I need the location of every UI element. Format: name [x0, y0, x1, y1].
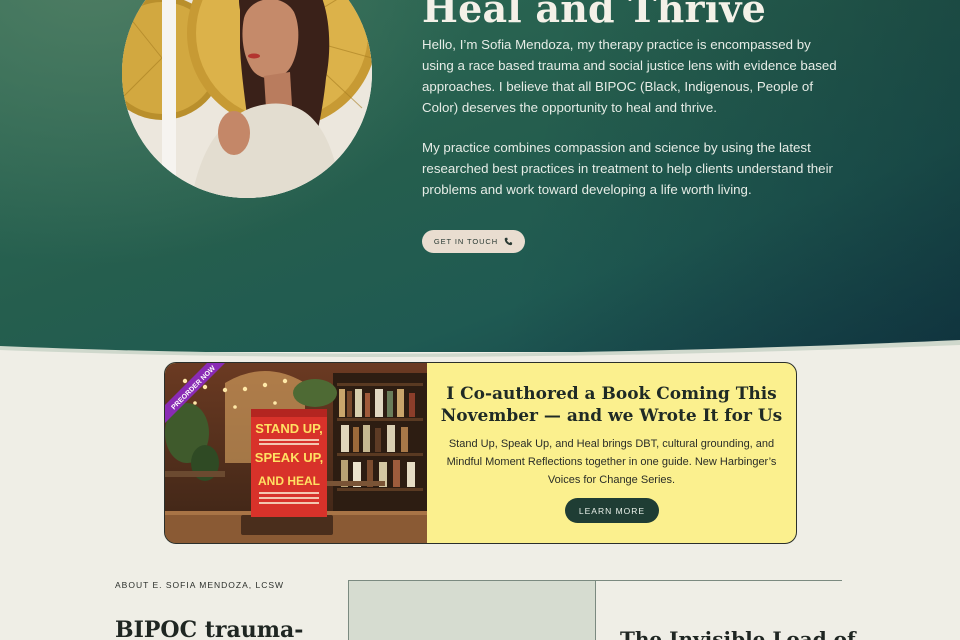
about-heading: BIPOC trauma- [115, 617, 304, 640]
book-heading: I Co-authored a Book Coming This Novembe… [440, 384, 783, 426]
about-image-panel [348, 580, 596, 640]
book-description: Stand Up, Speak Up, and Heal brings DBT,… [446, 438, 777, 486]
book-cover-title-line-3: AND HEAL [258, 474, 320, 488]
about-divider [596, 580, 842, 581]
portrait-photo [122, 0, 372, 198]
book-text-panel: I Co-authored a Book Coming This Novembe… [427, 363, 796, 543]
get-in-touch-label: GET IN TOUCH [433, 237, 499, 246]
hero-title: Heal and Thrive [422, 0, 767, 31]
learn-more-button[interactable]: LEARN MORE [565, 498, 659, 523]
book-cover-title-line-2: SPEAK UP, [255, 450, 323, 465]
hero-practice-paragraph: My practice combines compassion and scie… [422, 140, 833, 197]
phone-icon [504, 237, 513, 246]
book-promo-card: STAND UP, SPEAK UP, AND HEAL PREORDER NO… [164, 362, 797, 544]
hero-intro-paragraph: Hello, I’m Sofia Mendoza, my therapy pra… [422, 37, 837, 115]
get-in-touch-button[interactable]: GET IN TOUCH [422, 230, 525, 253]
book-cover-title-line-1: STAND UP, [255, 421, 322, 436]
book-photo: STAND UP, SPEAK UP, AND HEAL PREORDER NO… [165, 363, 427, 543]
article-title[interactable]: The Invisible Load of [620, 627, 856, 640]
hero-section: Heal and Thrive Hello, I’m Sofia Mendoza… [0, 0, 960, 352]
about-eyebrow-label: ABOUT E. SOFIA MENDOZA, LCSW [115, 580, 285, 590]
